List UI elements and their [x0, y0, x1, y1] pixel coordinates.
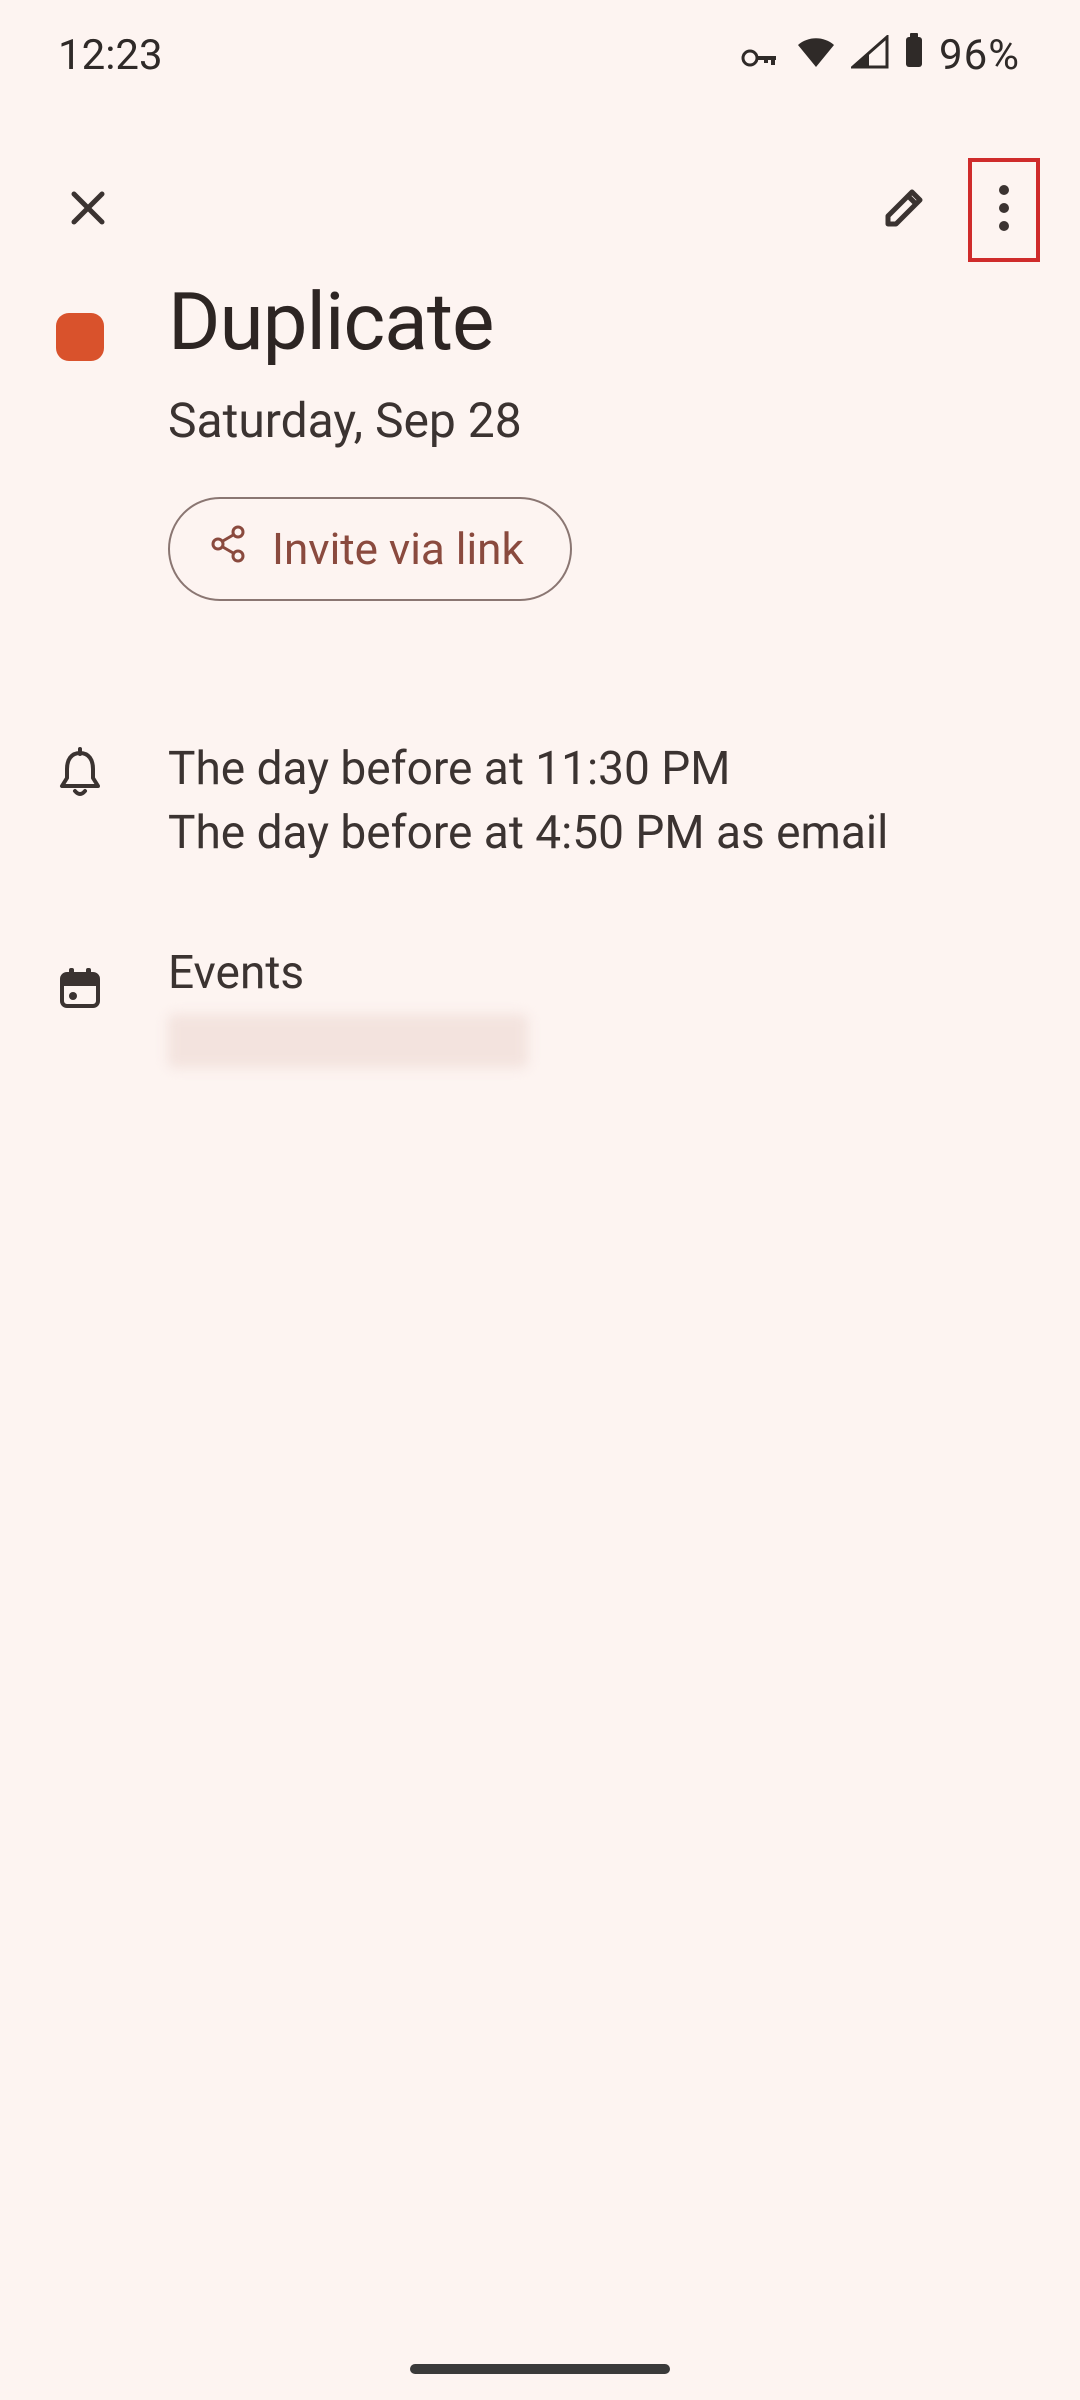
- more-vert-icon: [997, 182, 1011, 238]
- close-icon: [64, 184, 112, 236]
- calendar-name: Events: [168, 946, 1024, 1000]
- notifications-row[interactable]: The day before at 11:30 PM The day befor…: [0, 737, 1080, 866]
- more-options-button[interactable]: [972, 162, 1036, 258]
- close-button[interactable]: [40, 162, 136, 258]
- calendar-row[interactable]: Events: [0, 946, 1080, 1068]
- cell-signal-icon: [851, 31, 889, 80]
- calendar-account-redacted: [168, 1014, 528, 1068]
- vpn-key-icon: [741, 31, 781, 80]
- invite-label: Invite via link: [272, 523, 524, 575]
- gesture-nav-handle[interactable]: [410, 2364, 670, 2374]
- status-icons: 96%: [741, 31, 1020, 80]
- battery-percent: 96%: [939, 31, 1020, 80]
- edit-button[interactable]: [856, 162, 952, 258]
- battery-icon: [903, 31, 925, 80]
- event-detail-content: Duplicate Saturday, Sep 28 Invite via li…: [0, 278, 1080, 1068]
- event-title: Duplicate: [168, 278, 1024, 366]
- notification-item: The day before at 4:50 PM as email: [168, 801, 1024, 865]
- app-bar: [0, 150, 1080, 270]
- event-date: Saturday, Sep 28: [168, 392, 1024, 449]
- bell-icon: [56, 747, 104, 803]
- event-color-chip: [56, 313, 104, 361]
- calendar-icon: [56, 964, 104, 1016]
- notification-item: The day before at 11:30 PM: [168, 737, 1024, 801]
- wifi-icon: [795, 31, 837, 80]
- share-icon: [208, 523, 248, 575]
- invite-via-link-button[interactable]: Invite via link: [168, 497, 572, 601]
- status-time: 12:23: [58, 31, 163, 80]
- status-bar: 12:23 96%: [0, 0, 1080, 110]
- more-options-highlight: [968, 158, 1040, 262]
- event-header-row: Duplicate Saturday, Sep 28 Invite via li…: [0, 278, 1080, 601]
- pencil-icon: [878, 182, 930, 238]
